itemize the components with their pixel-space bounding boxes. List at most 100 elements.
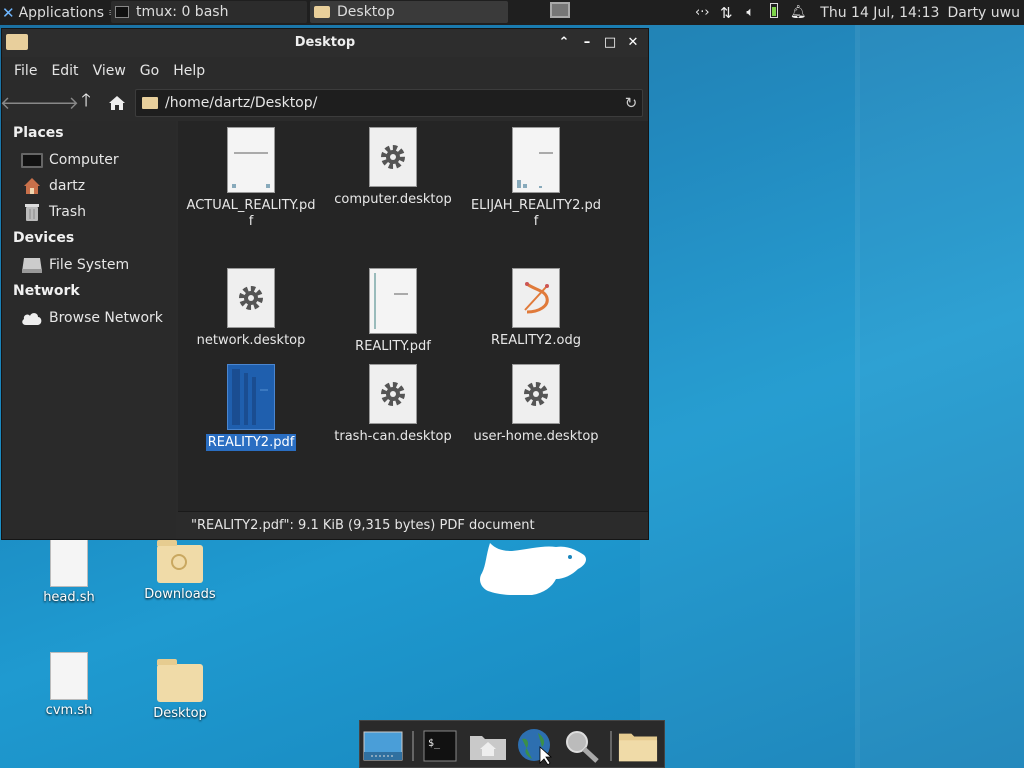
sidebar-item-browse-network[interactable]: Browse Network: [21, 307, 171, 329]
desktop-background-band: [855, 24, 1024, 768]
network-updown-icon[interactable]: ⇅: [714, 4, 738, 22]
menu-edit[interactable]: Edit: [51, 63, 88, 79]
sidebar-item-trash[interactable]: Trash: [21, 201, 171, 223]
file-item[interactable]: computer.desktop: [323, 128, 463, 208]
taskbar-item-tmux[interactable]: tmux: 0 bash: [111, 1, 307, 23]
gear-icon: [513, 365, 559, 423]
taskbar-item-desktop[interactable]: Desktop: [310, 1, 508, 23]
show-desktop-icon: [363, 731, 403, 761]
file-item[interactable]: network.desktop: [181, 269, 321, 349]
file-name: ACTUAL_REALITY.pdf: [186, 198, 316, 229]
user-name[interactable]: Darty uwu: [947, 5, 1020, 21]
dock-folder[interactable]: [618, 727, 658, 765]
notification-bell-icon[interactable]: 🔔︎: [786, 5, 810, 20]
magnifier-icon: [566, 731, 599, 763]
file-item[interactable]: ACTUAL_REALITY.pdf: [181, 128, 321, 230]
desktop-icon-label: head.sh: [43, 590, 95, 605]
dock-file-manager[interactable]: [468, 727, 508, 765]
taskbar-item-label: Desktop: [337, 4, 395, 20]
desktop-icon-cvm-sh[interactable]: cvm.sh: [19, 653, 119, 718]
computer-icon: [21, 151, 43, 169]
menu-bar: File Edit View Go Help: [2, 57, 648, 85]
dock-search[interactable]: [562, 727, 602, 765]
sidebar-item-label: dartz: [49, 178, 86, 194]
refresh-icon[interactable]: ↻: [620, 94, 642, 112]
file-name: REALITY.pdf: [355, 339, 431, 354]
file-item[interactable]: REALITY.pdf: [323, 269, 463, 355]
terminal-icon: [115, 6, 129, 18]
file-item[interactable]: user-home.desktop: [466, 365, 606, 445]
folder-icon: [618, 733, 658, 762]
trash-icon: [21, 203, 43, 221]
gear-icon: [370, 365, 416, 423]
sidebar: Places Computer dartz Trash Devices File…: [2, 121, 176, 539]
status-text: "REALITY2.pdf": 9.1 KiB (9,315 bytes) PD…: [191, 518, 535, 533]
file-name: trash-can.desktop: [334, 429, 452, 444]
network-arrows-icon[interactable]: ‹·›: [690, 5, 714, 20]
applications-menu[interactable]: ✕ Applications ≡: [2, 0, 117, 25]
minimize-icon[interactable]: –: [578, 33, 596, 51]
file-item[interactable]: ELIJAH_REALITY2.pdf: [466, 128, 606, 230]
up-arrow-icon[interactable]: 🡑: [74, 90, 98, 115]
svg-text:$_: $_: [428, 738, 441, 749]
file-item[interactable]: REALITY2.odg: [466, 269, 606, 349]
script-file-icon: [51, 653, 87, 699]
location-bar[interactable]: /home/dartz/Desktop/ ↻: [135, 89, 643, 117]
workspace-switcher[interactable]: [550, 2, 570, 18]
xfce-mouse-logo: [480, 543, 586, 595]
dock-show-desktop[interactable]: [363, 727, 403, 765]
file-name: REALITY2.pdf: [205, 434, 297, 451]
sidebar-item-label: Trash: [49, 204, 86, 220]
sidebar-item-home[interactable]: dartz: [21, 175, 171, 197]
menu-go[interactable]: Go: [140, 63, 169, 79]
home-icon: [21, 177, 43, 195]
toolbar: 🡐 🡒 🡑 /home/dartz/Desktop/ ↻: [0, 85, 648, 121]
battery-icon[interactable]: [762, 3, 786, 22]
dock: $_: [359, 720, 665, 768]
menu-file[interactable]: File: [14, 63, 47, 79]
cloud-icon: [21, 309, 43, 327]
file-item-selected[interactable]: REALITY2.pdf: [181, 365, 321, 451]
dock-terminal[interactable]: $_: [420, 727, 460, 765]
downloads-folder-icon: [157, 540, 203, 583]
menu-help[interactable]: Help: [173, 63, 215, 79]
menu-view[interactable]: View: [93, 63, 136, 79]
file-item[interactable]: trash-can.desktop: [323, 365, 463, 445]
shade-icon[interactable]: ⌃: [555, 33, 573, 51]
desktop-icon-downloads[interactable]: Downloads: [130, 540, 230, 602]
maximize-icon[interactable]: □: [601, 33, 619, 51]
file-manager-window: Desktop ⌃ – □ ✕ File Edit View Go Help 🡐…: [0, 28, 649, 540]
desktop-icon-head-sh[interactable]: head.sh: [19, 540, 119, 605]
top-panel: ✕ Applications ≡ tmux: 0 bash Desktop ‹·…: [0, 0, 1024, 25]
sidebar-heading-places: Places: [13, 125, 64, 141]
close-icon[interactable]: ✕: [624, 33, 642, 51]
file-name: REALITY2.odg: [491, 333, 581, 348]
window-titlebar[interactable]: Desktop ⌃ – □ ✕: [2, 29, 648, 57]
terminal-icon: $_: [423, 730, 457, 762]
sidebar-heading-network: Network: [13, 283, 80, 299]
location-path[interactable]: /home/dartz/Desktop/: [165, 95, 620, 111]
desktop-icon-desktop[interactable]: Desktop: [130, 659, 230, 721]
volume-icon[interactable]: 🔈︎: [738, 5, 762, 20]
folder-icon: [142, 97, 158, 109]
dock-web-browser[interactable]: [515, 727, 555, 765]
sidebar-item-file-system[interactable]: File System: [21, 254, 171, 276]
pdf-thumbnail-icon: [228, 365, 274, 429]
file-name: user-home.desktop: [473, 429, 599, 444]
file-name: computer.desktop: [334, 192, 452, 207]
forward-arrow-icon[interactable]: 🡒: [31, 91, 79, 115]
desktop-background: [640, 24, 860, 768]
clock[interactable]: Thu 14 Jul, 14:13: [820, 5, 939, 21]
gear-icon: [228, 269, 274, 327]
dock-separator: [610, 731, 612, 761]
applications-label: Applications: [18, 4, 105, 21]
home-icon[interactable]: [105, 91, 129, 115]
script-file-icon: [51, 540, 87, 586]
folder-icon: [157, 659, 203, 702]
desktop-icon-label: Desktop: [153, 706, 207, 721]
draw-document-icon: [513, 269, 559, 327]
hard-disk-icon: [21, 256, 43, 274]
sidebar-heading-devices: Devices: [13, 230, 75, 246]
sidebar-item-computer[interactable]: Computer: [21, 149, 171, 171]
folder-icon: [314, 6, 330, 18]
